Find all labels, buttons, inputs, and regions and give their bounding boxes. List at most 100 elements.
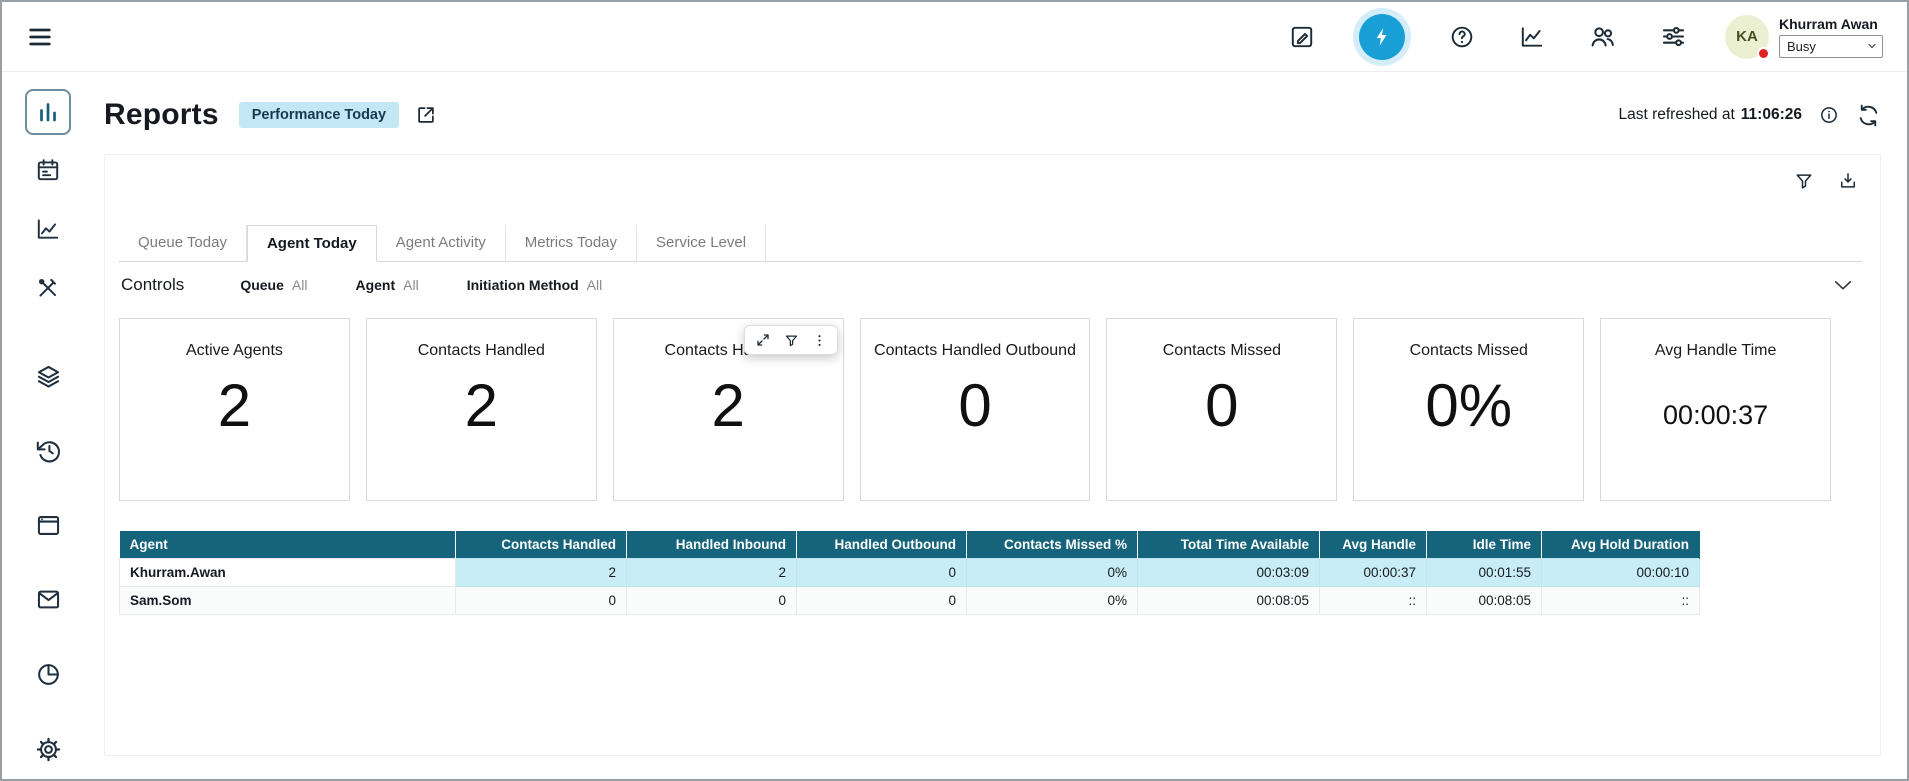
app-window: KA Khurram Awan Busy	[0, 0, 1909, 781]
col-contacts-missed-pct[interactable]: Contacts Missed %	[967, 531, 1138, 559]
metric-cell: 00:08:05	[1138, 587, 1320, 615]
table-header-row: Agent Contacts Handled Handled Inbound H…	[120, 531, 1700, 559]
last-refreshed-label: Last refreshed at	[1618, 106, 1734, 124]
kebab-menu-icon[interactable]	[812, 333, 827, 348]
metric-cell: 0	[456, 587, 627, 615]
tab-agent-activity[interactable]: Agent Activity	[377, 225, 506, 261]
avatar[interactable]: KA	[1725, 15, 1769, 59]
kpi-value: 2	[120, 376, 349, 436]
kpi-row: Active Agents 2 Contacts Handled 2	[119, 318, 1831, 501]
filter-initiation-method-value: All	[587, 277, 603, 293]
kpi-value: 2	[367, 376, 596, 436]
sidebar-item-mail[interactable]	[25, 577, 71, 623]
kpi-label: Active Agents	[120, 342, 349, 360]
sidebar-item-tools[interactable]	[25, 265, 71, 311]
status-select[interactable]: Busy	[1779, 35, 1883, 58]
filter-initiation-method[interactable]: Initiation Method All	[467, 277, 603, 293]
notes-icon[interactable]	[1289, 24, 1315, 50]
panel-toolbar	[1794, 171, 1858, 191]
metric-cell: ::	[1320, 587, 1427, 615]
col-idle-time[interactable]: Idle Time	[1427, 531, 1542, 559]
external-link-icon[interactable]	[415, 104, 437, 126]
sidebar-item-history[interactable]	[25, 428, 71, 474]
expand-icon[interactable]	[755, 332, 771, 348]
layers-icon	[35, 363, 62, 390]
kpi-contacts-handled-inbound[interactable]: Contacts Handled 2	[613, 318, 844, 501]
refresh-area: Last refreshed at 11:06:26	[1618, 103, 1881, 128]
filter-queue[interactable]: Queue All	[240, 277, 307, 293]
col-total-time-available[interactable]: Total Time Available	[1138, 531, 1320, 559]
tab-service-level[interactable]: Service Level	[637, 225, 766, 261]
col-handled-outbound[interactable]: Handled Outbound	[797, 531, 967, 559]
info-icon[interactable]	[1819, 105, 1839, 125]
help-icon[interactable]	[1449, 24, 1475, 50]
mail-icon	[35, 586, 62, 613]
tab-queue-today[interactable]: Queue Today	[119, 225, 247, 261]
refresh-icon[interactable]	[1856, 103, 1881, 128]
topbar-right: KA Khurram Awan Busy	[1289, 14, 1883, 60]
kpi-label: Avg Handle Time	[1601, 342, 1830, 360]
table-row: Sam.Som 0 0 0 0% 00:08:05 :: 00:08:05 ::	[120, 587, 1700, 615]
filter-queue-value: All	[292, 277, 308, 293]
tab-agent-today[interactable]: Agent Today	[247, 225, 377, 262]
col-contacts-handled[interactable]: Contacts Handled	[456, 531, 627, 559]
kpi-label: Contacts Handled	[367, 342, 596, 360]
kpi-contacts-missed[interactable]: Contacts Missed 0	[1106, 318, 1337, 501]
status-select-value: Busy	[1787, 39, 1816, 54]
filter-queue-label: Queue	[240, 277, 284, 293]
kpi-hover-toolbar	[744, 325, 838, 355]
col-avg-hold-duration[interactable]: Avg Hold Duration	[1542, 531, 1700, 559]
gear-icon	[35, 736, 62, 763]
realtime-flash-icon[interactable]	[1359, 14, 1405, 60]
sidebar-item-reports[interactable]	[25, 89, 71, 135]
controls-collapse-chevron-icon[interactable]	[1832, 274, 1854, 296]
metric-cell: 2	[627, 559, 797, 587]
widget-filter-icon[interactable]	[784, 333, 799, 348]
metric-cell: 2	[456, 559, 627, 587]
controls-filters: Queue All Agent All Initiation Method Al…	[240, 277, 602, 293]
sliders-icon[interactable]	[1660, 23, 1687, 50]
col-avg-handle[interactable]: Avg Handle	[1320, 531, 1427, 559]
kpi-avg-handle-time[interactable]: Avg Handle Time 00:00:37	[1600, 318, 1831, 501]
sidebar-item-analytics[interactable]	[25, 206, 71, 252]
bar-chart-icon	[36, 100, 60, 124]
window-icon	[35, 512, 62, 539]
page-header: Reports Performance Today Last refreshed…	[104, 98, 1881, 132]
filter-agent[interactable]: Agent All	[355, 277, 418, 293]
metric-cell: ::	[1542, 587, 1700, 615]
main-content: Reports Performance Today Last refreshed…	[94, 72, 1907, 756]
kpi-contacts-handled-outbound[interactable]: Contacts Handled Outbound 0	[860, 318, 1091, 501]
metric-cell: 00:01:55	[1427, 559, 1542, 587]
sidebar-item-layers[interactable]	[25, 353, 71, 399]
metrics-chart-icon[interactable]	[1519, 24, 1545, 50]
metric-cell: 0	[627, 587, 797, 615]
history-icon	[35, 437, 62, 464]
filter-initiation-method-label: Initiation Method	[467, 277, 579, 293]
hamburger-menu-icon[interactable]	[26, 23, 54, 51]
kpi-label: Contacts Handled Outbound	[861, 342, 1090, 360]
col-agent[interactable]: Agent	[120, 531, 456, 559]
kpi-value: 2	[614, 376, 843, 436]
tab-metrics-today[interactable]: Metrics Today	[506, 225, 637, 261]
report-tabs: Queue Today Agent Today Agent Activity M…	[119, 225, 1862, 262]
tools-icon	[35, 275, 61, 301]
kpi-contacts-handled[interactable]: Contacts Handled 2	[366, 318, 597, 501]
filter-agent-value: All	[403, 277, 419, 293]
sidebar-item-settings[interactable]	[25, 726, 71, 772]
sidebar-item-window[interactable]	[25, 503, 71, 549]
filter-icon[interactable]	[1794, 171, 1814, 191]
sidebar-item-pie[interactable]	[25, 652, 71, 698]
calendar-icon	[35, 157, 61, 183]
users-icon[interactable]	[1589, 23, 1616, 50]
report-panel: Queue Today Agent Today Agent Activity M…	[104, 154, 1881, 756]
col-handled-inbound[interactable]: Handled Inbound	[627, 531, 797, 559]
kpi-value: 0	[1107, 376, 1336, 436]
kpi-value: 00:00:37	[1601, 402, 1830, 429]
kpi-contacts-missed-pct[interactable]: Contacts Missed 0%	[1353, 318, 1584, 501]
sidebar	[2, 73, 94, 779]
metric-cell: 0	[797, 587, 967, 615]
download-icon[interactable]	[1838, 171, 1858, 191]
chevron-down-icon	[1866, 40, 1878, 52]
sidebar-item-schedule[interactable]	[25, 148, 71, 194]
kpi-active-agents[interactable]: Active Agents 2	[119, 318, 350, 501]
